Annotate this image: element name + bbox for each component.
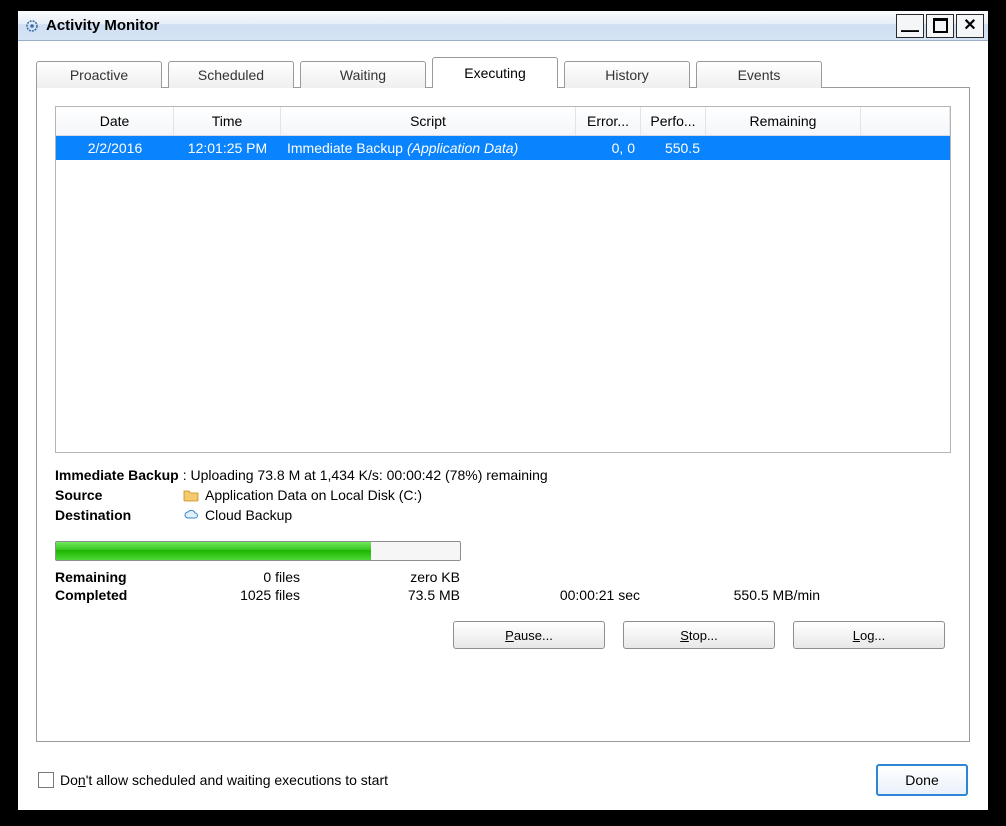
done-button[interactable]: Done (876, 764, 968, 796)
cell-performance: 550.5 (641, 140, 706, 156)
folder-icon (183, 487, 199, 503)
jobs-table: Date Time Script Error... Perfo... Remai… (55, 106, 951, 453)
stats-remaining: Remaining 0 files zero KB (55, 569, 951, 585)
cell-script-sub: (Application Data) (407, 140, 518, 156)
tab-waiting[interactable]: Waiting (300, 61, 426, 88)
status-line: Immediate Backup : Uploading 73.8 M at 1… (55, 467, 951, 483)
tab-proactive[interactable]: Proactive (36, 61, 162, 88)
disallow-checkbox-wrap[interactable]: Don't allow scheduled and waiting execut… (38, 772, 388, 788)
app-icon (24, 18, 40, 34)
completed-size: 73.5 MB (300, 587, 460, 603)
tab-scheduled[interactable]: Scheduled (168, 61, 294, 88)
source-line: Source Application Data on Local Disk (C… (55, 487, 951, 503)
cell-date: 2/2/2016 (56, 140, 174, 156)
tab-history[interactable]: History (564, 61, 690, 88)
stop-button[interactable]: Stop... (623, 621, 775, 649)
stop-text: top... (689, 628, 718, 643)
log-button[interactable]: Log... (793, 621, 945, 649)
completed-files: 1025 files (180, 587, 300, 603)
status-title: Immediate Backup (55, 467, 179, 483)
source-label: Source (55, 487, 183, 503)
tabs: Proactive Scheduled Waiting Executing Hi… (36, 57, 970, 87)
remaining-files: 0 files (180, 569, 300, 585)
status-body: : Uploading 73.8 M at 1,434 K/s: 00:00:4… (183, 467, 548, 483)
completed-label: Completed (55, 587, 180, 603)
minimize-button[interactable]: — (896, 14, 924, 38)
cell-script-main: Immediate Backup (287, 140, 403, 156)
progress-bar (55, 541, 461, 561)
col-errors[interactable]: Error... (576, 107, 641, 135)
tab-events[interactable]: Events (696, 61, 822, 88)
maximize-button[interactable] (926, 14, 954, 38)
stats-completed: Completed 1025 files 73.5 MB 00:00:21 se… (55, 587, 951, 603)
remaining-label: Remaining (55, 569, 180, 585)
source-value: Application Data on Local Disk (C:) (205, 487, 422, 503)
disallow-label: Don't allow scheduled and waiting execut… (60, 772, 388, 788)
remaining-rate (640, 569, 820, 585)
col-remaining[interactable]: Remaining (706, 107, 861, 135)
cell-time: 12:01:25 PM (174, 140, 281, 156)
log-text: og... (860, 628, 885, 643)
disallow-checkbox[interactable] (38, 772, 54, 788)
activity-monitor-window: Activity Monitor — ✕ Proactive Scheduled… (15, 8, 991, 813)
remaining-size: zero KB (300, 569, 460, 585)
close-button[interactable]: ✕ (956, 14, 984, 38)
progress-fill (56, 542, 371, 560)
completed-elapsed: 00:00:21 sec (460, 587, 640, 603)
col-date[interactable]: Date (56, 107, 174, 135)
destination-value: Cloud Backup (205, 507, 292, 523)
tab-panel-executing: Date Time Script Error... Perfo... Remai… (36, 87, 970, 742)
cell-errors: 0, 0 (576, 140, 641, 156)
destination-label: Destination (55, 507, 183, 523)
remaining-elapsed (460, 569, 640, 585)
col-extra (861, 107, 950, 135)
col-script[interactable]: Script (281, 107, 576, 135)
tab-executing[interactable]: Executing (432, 57, 558, 88)
titlebar: Activity Monitor — ✕ (18, 11, 988, 41)
destination-line: Destination Cloud Backup (55, 507, 951, 523)
cloud-icon (183, 507, 199, 523)
col-time[interactable]: Time (174, 107, 281, 135)
table-header: Date Time Script Error... Perfo... Remai… (56, 107, 950, 136)
table-row[interactable]: 2/2/2016 12:01:25 PM Immediate Backup (A… (56, 136, 950, 160)
pause-text: ause... (514, 628, 553, 643)
col-performance[interactable]: Perfo... (641, 107, 706, 135)
window-title: Activity Monitor (46, 17, 896, 34)
completed-rate: 550.5 MB/min (640, 587, 820, 603)
pause-button[interactable]: Pause... (453, 621, 605, 649)
cell-script: Immediate Backup (Application Data) (281, 140, 576, 156)
